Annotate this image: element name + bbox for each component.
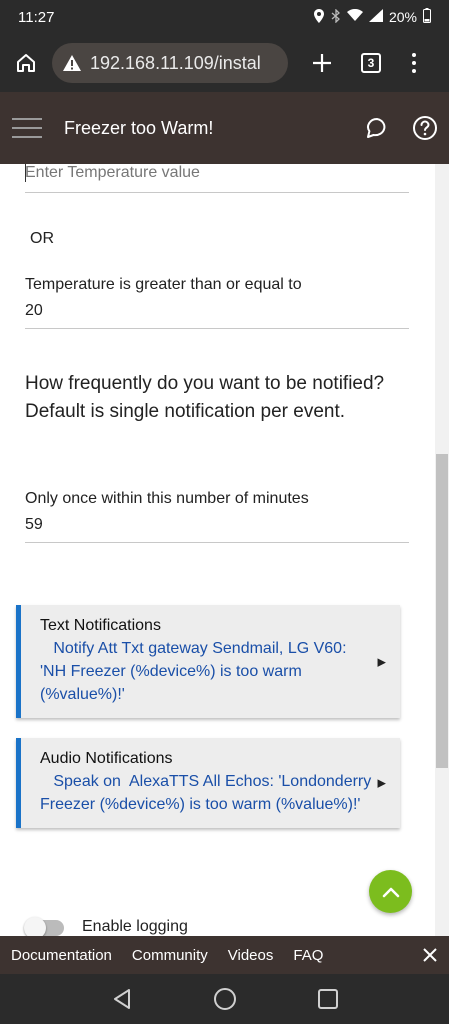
browser-menu-button[interactable] <box>394 34 434 92</box>
main-content: Enter Temperature value OR Temperature i… <box>0 164 435 936</box>
chat-button[interactable] <box>353 92 401 164</box>
minutes-field[interactable]: Only once within this number of minutes … <box>25 490 409 543</box>
back-triangle-icon <box>113 989 130 1009</box>
temperature-value-input[interactable]: Enter Temperature value <box>25 164 409 192</box>
home-nav-button[interactable] <box>205 979 245 1019</box>
help-icon <box>413 116 437 140</box>
notification-body: Notify Att Txt gateway Sendmail, LG V60:… <box>40 640 351 703</box>
tab-switcher-button[interactable]: 3 <box>348 34 394 92</box>
text-notifications-card[interactable]: Text Notifications Notify Att Txt gatewa… <box>16 605 400 718</box>
system-nav-bar <box>0 974 449 1024</box>
app-header: Freezer too Warm! <box>0 92 449 164</box>
more-vert-icon <box>412 53 416 57</box>
new-tab-button[interactable] <box>296 34 348 92</box>
back-button[interactable] <box>102 979 142 1019</box>
notification-body: Speak on AlexaTTS All Echos: 'Londonderr… <box>40 773 376 813</box>
footer-links-bar: Documentation Community Videos FAQ <box>0 936 449 974</box>
audio-notifications-card[interactable]: Audio Notifications Speak on AlexaTTS Al… <box>16 738 400 828</box>
page-title: Freezer too Warm! <box>64 117 214 138</box>
threshold-label: Temperature is greater than or equal to <box>25 276 302 293</box>
recents-square-icon <box>317 989 338 1009</box>
location-icon <box>313 8 325 26</box>
battery-text: 20% <box>388 9 417 25</box>
status-bar: 11:27 20% <box>0 0 449 34</box>
minutes-input[interactable]: 59 <box>25 508 409 542</box>
toggle-knob <box>24 917 46 936</box>
wifi-icon <box>346 8 363 25</box>
frequency-question: How frequently do you want to be notifie… <box>25 373 385 422</box>
footer-link-faq[interactable]: FAQ <box>293 947 323 964</box>
close-icon <box>423 948 437 962</box>
logging-toggle[interactable] <box>24 917 64 936</box>
notification-title: Text Notifications <box>40 617 161 634</box>
scroll-to-top-button[interactable] <box>369 870 412 913</box>
plus-icon <box>313 54 331 72</box>
chevron-up-icon <box>382 887 399 897</box>
signal-icon <box>368 9 383 25</box>
or-separator: OR <box>30 230 54 247</box>
threshold-field[interactable]: Temperature is greater than or equal to … <box>25 276 409 329</box>
hamburger-icon <box>12 118 42 120</box>
status-time: 11:27 <box>18 8 55 26</box>
recents-button[interactable] <box>308 979 348 1019</box>
temperature-value-placeholder: Enter Temperature value <box>25 164 200 182</box>
footer-link-videos[interactable]: Videos <box>228 947 274 964</box>
bluetooth-icon <box>331 7 341 26</box>
warning-icon[interactable] <box>62 54 82 72</box>
status-icons: 20% <box>313 7 431 26</box>
url-bar[interactable]: 192.168.11.109/instal <box>52 43 288 83</box>
temperature-value-field[interactable]: Enter Temperature value <box>25 164 409 193</box>
footer-link-documentation[interactable]: Documentation <box>11 947 112 964</box>
tab-count: 3 <box>361 53 381 73</box>
chat-bubble-icon <box>367 118 386 138</box>
battery-icon <box>423 8 431 26</box>
logging-label: Enable logging <box>82 918 188 935</box>
footer-link-community[interactable]: Community <box>132 947 208 964</box>
browser-toolbar: 192.168.11.109/instal 3 <box>0 34 449 92</box>
footer-close-button[interactable] <box>411 936 449 974</box>
scrollbar-thumb[interactable] <box>436 454 448 768</box>
notification-title: Audio Notifications <box>40 750 173 767</box>
home-icon <box>17 54 35 72</box>
expand-arrow-icon: ▶ <box>377 656 386 668</box>
url-text[interactable]: 192.168.11.109/instal <box>90 53 261 74</box>
help-button[interactable] <box>401 92 449 164</box>
minutes-label: Only once within this number of minutes <box>25 490 309 507</box>
threshold-input[interactable]: 20 <box>25 294 409 328</box>
expand-arrow-icon: ▶ <box>377 777 386 790</box>
home-button[interactable] <box>0 34 52 92</box>
hamburger-menu-button[interactable] <box>0 92 54 164</box>
home-circle-icon <box>213 988 236 1010</box>
